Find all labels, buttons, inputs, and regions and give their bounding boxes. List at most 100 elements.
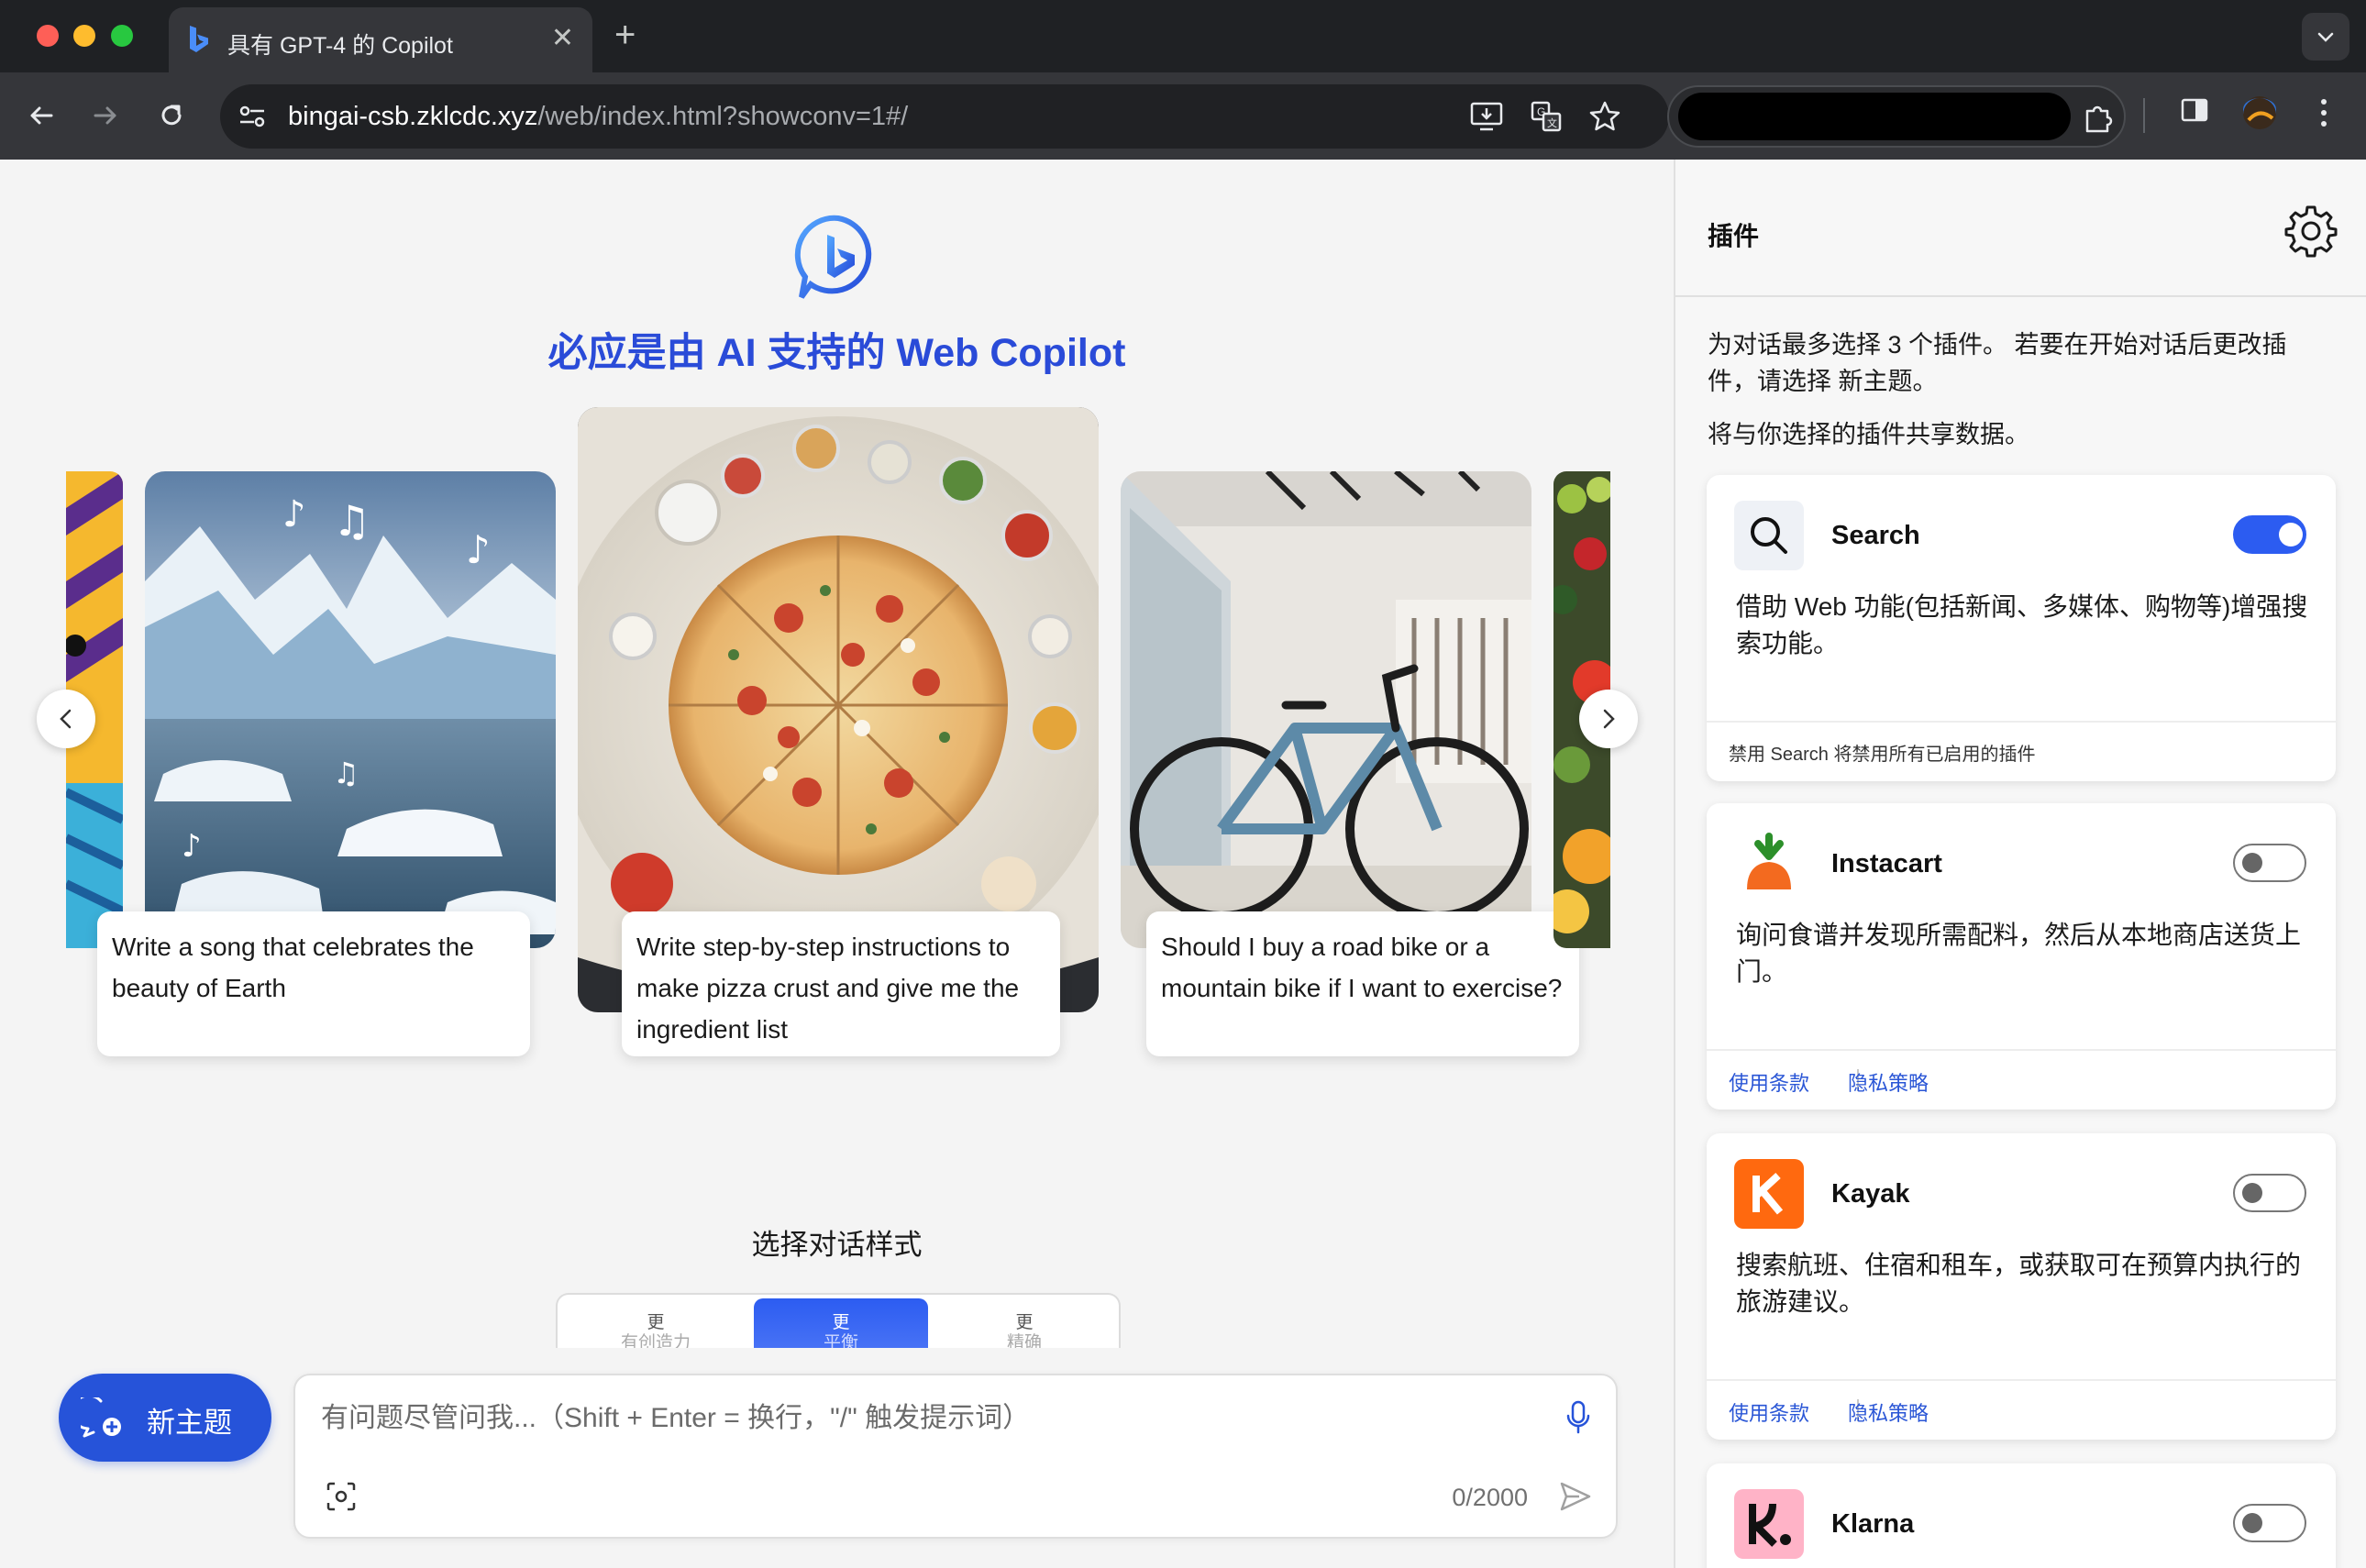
bookmark-star-icon[interactable] [1588, 100, 1621, 133]
forward-button[interactable] [83, 93, 128, 138]
svg-text:♪: ♪ [466, 527, 491, 572]
extensions-puzzle-icon[interactable] [2082, 102, 2115, 135]
send-icon[interactable] [1557, 1478, 1594, 1515]
plugin-toggle-kayak[interactable] [2233, 1174, 2306, 1212]
conversation-style-selector: 更 有创造力 更 平衡 更 精确 [556, 1293, 1121, 1348]
arrow-left-icon [30, 106, 53, 125]
arrow-right-icon [94, 106, 116, 125]
instacart-privacy-link[interactable]: 隐私策略 [1848, 1067, 1929, 1097]
reload-button[interactable] [149, 93, 194, 138]
reload-icon [161, 105, 182, 126]
tab-search-button[interactable] [2302, 13, 2349, 61]
plugin-name-instacart: Instacart [1831, 849, 1942, 878]
new-chat-icon [81, 1397, 121, 1438]
chat-input[interactable] [321, 1396, 1495, 1441]
style-option-balanced[interactable]: 更 平衡 [754, 1298, 928, 1348]
plugins-panel-title: 插件 [1708, 222, 1760, 250]
redacted-region [1678, 93, 2071, 140]
search-plugin-icon [1734, 501, 1804, 570]
style-option-creative-prefix: 更 [647, 1313, 665, 1332]
close-window-button[interactable] [37, 25, 59, 47]
suggestion-card-3[interactable]: Should I buy a road bike or a mountain b… [1146, 911, 1579, 1056]
suggestion-carousel: ♪ ♫ ♪ ♫ ♪ Write a song that celebrates t… [64, 407, 1614, 1104]
suggestion-card-image-1[interactable]: ♪ ♫ ♪ ♫ ♪ [145, 471, 556, 948]
carousel-prev-button[interactable] [37, 690, 95, 748]
image-scan-icon[interactable] [325, 1480, 358, 1513]
toolbar-divider [2143, 98, 2145, 133]
style-option-precise-prefix: 更 [1015, 1313, 1034, 1332]
chevron-left-icon [60, 709, 72, 729]
suggestion-card-image-3[interactable] [1121, 471, 1531, 948]
plugin-name-kayak: Kayak [1831, 1179, 1910, 1209]
plugin-toggle-klarna[interactable] [2233, 1504, 2306, 1542]
carrot-icon [1747, 833, 1791, 889]
zoom-window-button[interactable] [111, 25, 133, 47]
plugins-share-note: 将与你选择的插件共享数据。 [1708, 421, 2029, 448]
suggestion-card-2-text: Write step-by-step instructions to make … [636, 933, 1020, 1043]
chevron-down-icon [2317, 32, 2334, 42]
toggle-knob [2279, 523, 2303, 547]
style-option-balanced-label: 平衡 [823, 1333, 858, 1348]
svg-text:♫: ♫ [333, 496, 370, 546]
kayak-plugin-icon [1734, 1159, 1804, 1229]
plugin-footer-instacart: 使用条款 隐私策略 [1707, 1049, 2336, 1110]
browser-tab-strip: 具有 GPT-4 的 Copilot ✕ + [0, 0, 2366, 72]
kayak-terms-link[interactable]: 使用条款 [1729, 1397, 1809, 1427]
toggle-knob [2242, 1183, 2262, 1203]
browser-tab-active[interactable]: 具有 GPT-4 的 Copilot ✕ [169, 7, 592, 72]
profile-avatar[interactable] [2241, 94, 2278, 131]
chat-composer: 0/2000 [293, 1374, 1618, 1539]
road-bike-image [1121, 471, 1531, 948]
toggle-knob [2242, 853, 2262, 873]
suggestion-card-3-text: Should I buy a road bike or a mountain b… [1161, 933, 1563, 1002]
style-option-creative-label: 有创造力 [620, 1333, 691, 1348]
conversation-style-label: 选择对话样式 [751, 1229, 923, 1261]
svg-text:♫: ♫ [333, 756, 359, 790]
svg-text:♪: ♪ [282, 493, 306, 536]
tab-close-icon[interactable]: ✕ [551, 23, 574, 54]
svg-text:♪: ♪ [182, 828, 202, 865]
new-tab-button[interactable]: + [614, 15, 636, 55]
address-bar[interactable]: bingai-csb.zklcdc.xyz/web/index.html?sho… [220, 84, 1669, 149]
plugin-footer-search: 禁用 Search 将禁用所有已启用的插件 [1707, 721, 2336, 781]
new-topic-button[interactable]: 新主题 [59, 1374, 271, 1462]
kayak-logo-icon [1752, 1173, 1784, 1215]
suggestion-card-1-text: Write a song that celebrates the beauty … [112, 933, 474, 1002]
microphone-icon[interactable] [1564, 1399, 1592, 1436]
plugin-card-kayak: Kayak 搜索航班、住宿和租车，或获取可在预算内执行的旅游建议。 使用条款 隐… [1707, 1133, 2336, 1440]
plugins-panel-description: 为对话最多选择 3 个插件。 若要在开始对话后更改插件，请选择 新主题。 [1708, 331, 2287, 395]
plugin-description-instacart: 询问食谱并发现所需配料，然后从本地商店送货上门。 [1736, 921, 2302, 986]
copilot-logo-icon [794, 215, 872, 299]
style-option-precise[interactable]: 更 精确 [937, 1313, 1111, 1348]
klarna-plugin-icon [1734, 1489, 1804, 1559]
plugin-name-search: Search [1831, 521, 1920, 550]
url-path: /web/index.html?showconv=1#/ [537, 102, 909, 131]
suggestion-card-2[interactable]: Write step-by-step instructions to make … [622, 911, 1060, 1056]
back-button[interactable] [18, 93, 64, 138]
plugin-name-klarna: Klarna [1831, 1509, 1915, 1539]
side-panel-icon[interactable] [2179, 94, 2210, 126]
carousel-next-button[interactable] [1579, 690, 1638, 748]
kayak-privacy-link[interactable]: 隐私策略 [1848, 1397, 1929, 1427]
bing-favicon-icon [190, 26, 208, 52]
extensions-area [1667, 85, 2126, 148]
instacart-terms-link[interactable]: 使用条款 [1729, 1067, 1809, 1097]
style-option-precise-label: 精确 [1006, 1333, 1042, 1348]
translate-icon[interactable]: G文 [1530, 100, 1563, 133]
plugin-toggle-search[interactable] [2233, 515, 2306, 554]
install-app-icon[interactable] [1469, 100, 1504, 133]
style-option-creative[interactable]: 更 有创造力 [569, 1313, 743, 1348]
plugin-description-search: 借助 Web 功能(包括新闻、多媒体、购物等)增强搜索功能。 [1736, 592, 2308, 657]
more-menu-icon[interactable] [2313, 94, 2335, 131]
gear-icon[interactable] [2283, 204, 2338, 259]
suggestion-card-1[interactable]: Write a song that celebrates the beauty … [97, 911, 530, 1056]
tab-title: 具有 GPT-4 的 Copilot [227, 33, 453, 59]
character-counter: 0/2000 [1452, 1484, 1528, 1511]
plugin-footer-kayak: 使用条款 隐私策略 [1707, 1379, 2336, 1440]
plugin-toggle-instacart[interactable] [2233, 844, 2306, 882]
chevron-right-icon [1603, 709, 1615, 729]
minimize-window-button[interactable] [73, 25, 95, 47]
plugins-panel-header: 插件 [1675, 160, 2366, 297]
instacart-plugin-icon [1734, 829, 1804, 899]
new-topic-label: 新主题 [147, 1407, 232, 1439]
